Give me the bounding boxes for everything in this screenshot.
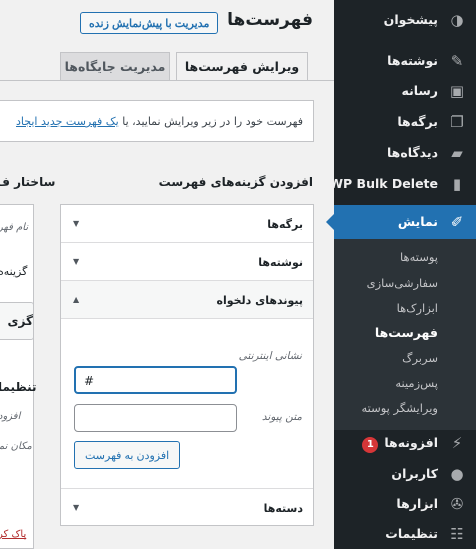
- sidebar-item-users[interactable]: ● کاربران: [334, 457, 476, 491]
- settings-icon: ☷: [450, 525, 464, 543]
- submenu-theme-editor[interactable]: ویرایشگر پوسته: [361, 401, 438, 415]
- link-text-input[interactable]: [74, 404, 237, 432]
- sidebar-item-pages[interactable]: ❐ برگه‌ها: [334, 105, 476, 139]
- sidebar-item-label: ابزارها: [396, 496, 438, 511]
- arrow-down-icon: ▼: [73, 503, 80, 512]
- auto-add-pages-label: افزود: [0, 411, 21, 422]
- select-menu-button[interactable]: گزی: [0, 302, 34, 340]
- sidebar-item-tools[interactable]: ✇ ابزارها: [334, 487, 476, 521]
- sidebar-item-media[interactable]: ▣ رسانه: [334, 74, 476, 108]
- submenu-widgets[interactable]: ابزارک‌ها: [397, 301, 438, 315]
- tab-edit-menus[interactable]: ویرایش فهرست‌ها: [176, 52, 308, 80]
- section-custom-links-title: پیوندهای دلخواه: [216, 294, 303, 307]
- sidebar-item-label-text: افزونه‌ها: [384, 435, 438, 450]
- users-icon: ●: [450, 465, 464, 483]
- sidebar-item-posts[interactable]: ✎ نوشته‌ها: [334, 44, 476, 78]
- page-title: فهرست‌ها: [227, 10, 313, 30]
- section-custom-links[interactable]: پیوندهای دلخواه ▲: [61, 281, 313, 319]
- tab-manage-locations[interactable]: مدیریت جایگاه‌ها: [60, 52, 170, 80]
- comments-icon: ▰: [451, 144, 463, 162]
- section-pages[interactable]: برگه‌ها ▼: [61, 205, 313, 243]
- link-text-label: متن پیوند: [261, 411, 302, 423]
- sidebar-item-label: برگه‌ها: [397, 114, 438, 129]
- submenu-customize[interactable]: سفارشی‌سازی: [367, 276, 438, 290]
- section-posts-title: نوشته‌ها: [258, 256, 303, 269]
- create-new-menu-link[interactable]: یک فهرست جدید ایجاد: [16, 115, 119, 128]
- current-menu-arrow: [326, 214, 334, 230]
- menu-name-label: نام فهر: [0, 222, 29, 233]
- sidebar-item-label: WP Bulk Delete: [329, 176, 438, 191]
- sidebar-item-label: افزونه‌ها 1: [362, 435, 438, 453]
- menu-structure-panel: [0, 204, 34, 549]
- sidebar-item-settings[interactable]: ☷ تنظیمات: [334, 517, 476, 549]
- plugins-icon: ⚡: [451, 434, 463, 452]
- display-location-label: مکان نم: [0, 441, 32, 452]
- manage-live-preview-button[interactable]: مدیریت با پیش‌نمایش زنده: [80, 12, 219, 34]
- submenu-header[interactable]: سربرگ: [402, 351, 438, 365]
- dashboard-icon: ◑: [450, 11, 464, 29]
- notice-text-body: فهرست خود را در زیر ویرایش نمایید، یا: [122, 115, 303, 128]
- submenu-background[interactable]: پس‌زمینه: [395, 376, 438, 390]
- main-content: فهرست‌ها مدیریت با پیش‌نمایش زنده ویرایش…: [0, 0, 334, 549]
- menu-settings-heading: تنظیما: [0, 380, 37, 394]
- sidebar-item-label: دیدگاه‌ها: [386, 145, 438, 160]
- tab-divider: [0, 80, 334, 81]
- media-icon: ▣: [449, 82, 465, 100]
- arrow-up-icon: ▲: [73, 295, 80, 304]
- tools-wrench-icon: ✇: [450, 495, 464, 513]
- sidebar-item-plugins[interactable]: ⚡ افزونه‌ها 1: [334, 426, 476, 460]
- sidebar-item-label: پیشخوان: [383, 12, 438, 27]
- arrow-down-icon: ▼: [73, 257, 80, 266]
- sidebar-item-appearance[interactable]: ✐ نمایش: [326, 205, 476, 239]
- select-menu-label: گزینه‌ه: [0, 265, 28, 278]
- sidebar-item-label: نمایش: [397, 214, 438, 229]
- section-pages-title: برگه‌ها: [267, 218, 303, 231]
- section-categories[interactable]: دسته‌ها ▼: [61, 488, 313, 526]
- menu-notice: فهرست خود را در زیر ویرایش نمایید، یا یک…: [0, 100, 314, 142]
- submenu-themes[interactable]: پوسته‌ها: [400, 250, 438, 264]
- add-menu-items-heading: افزودن گزینه‌های فهرست: [158, 175, 313, 189]
- section-categories-title: دسته‌ها: [263, 502, 303, 515]
- pages-icon: ❐: [450, 113, 464, 131]
- add-to-menu-button[interactable]: افزودن به فهرست: [74, 441, 181, 469]
- sidebar-item-label: نوشته‌ها: [387, 53, 438, 68]
- url-input[interactable]: #: [74, 366, 237, 394]
- pin-icon: ✎: [450, 52, 464, 70]
- trash-icon: ▮: [452, 175, 462, 193]
- sidebar-item-label: رسانه: [401, 83, 438, 98]
- update-count-badge: 1: [362, 437, 379, 453]
- sidebar-item-label: تنظیمات: [385, 526, 438, 541]
- add-menu-items-accordion: برگه‌ها ▼ نوشته‌ها ▼ پیوندهای دلخواه ▲ د…: [60, 204, 314, 526]
- section-posts[interactable]: نوشته‌ها ▼: [61, 243, 313, 281]
- notice-text: فهرست خود را در زیر ویرایش نمایید، یا یک…: [16, 115, 303, 128]
- sidebar-item-wp-bulk-delete[interactable]: ▮ WP Bulk Delete: [329, 167, 476, 201]
- sidebar-item-dashboard[interactable]: ◑ پیشخوان: [334, 3, 476, 37]
- submenu-menus[interactable]: فهرست‌ها: [375, 325, 438, 340]
- arrow-down-icon: ▼: [73, 219, 80, 228]
- delete-menu-link[interactable]: پاک کر: [0, 529, 26, 540]
- appearance-submenu: پوسته‌ها سفارشی‌سازی ابزارک‌ها فهرست‌ها …: [334, 239, 476, 430]
- admin-sidebar: ◑ پیشخوان ✎ نوشته‌ها ▣ رسانه ❐ برگه‌ها ▰…: [326, 0, 476, 549]
- sidebar-item-comments[interactable]: ▰ دیدگاه‌ها: [334, 136, 476, 170]
- menu-structure-heading: ساختار ف: [0, 175, 56, 189]
- url-label: نشانی اینترنتی: [238, 350, 302, 362]
- appearance-brush-icon: ✐: [450, 213, 464, 231]
- sidebar-item-label: کاربران: [391, 466, 438, 481]
